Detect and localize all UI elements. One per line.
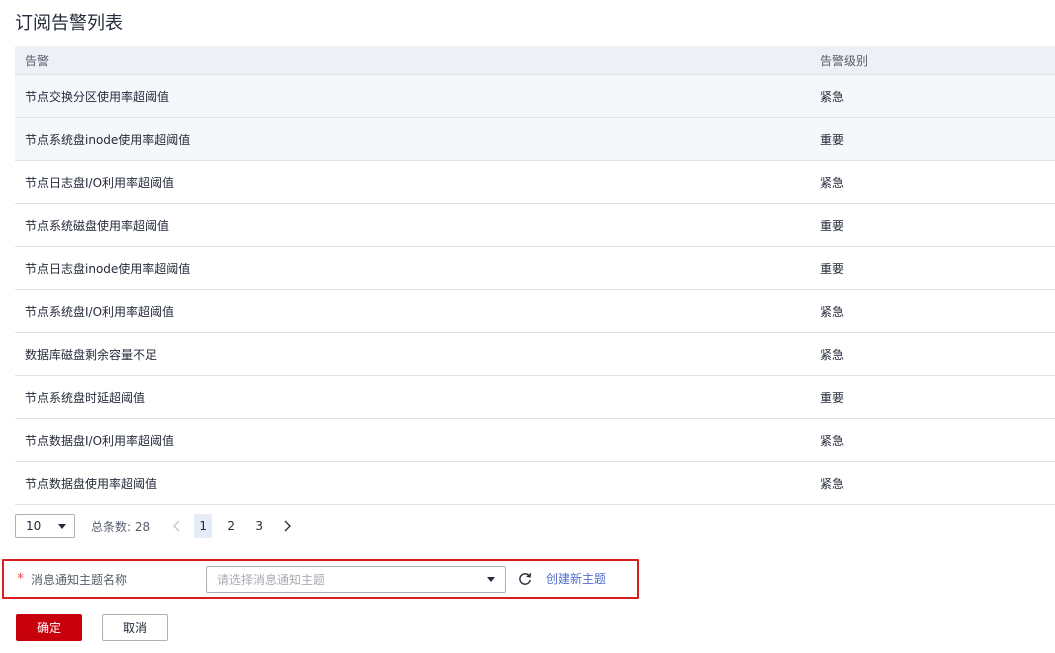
alarm-name-cell: 节点系统盘I/O利用率超阈值 <box>25 304 175 319</box>
table-row: 节点日志盘I/O利用率超阈值 紧急 <box>15 161 1055 204</box>
alarm-level-cell: 紧急 <box>820 476 845 491</box>
cancel-button[interactable]: 取消 <box>102 614 168 641</box>
alarm-level-cell: 重要 <box>820 261 845 276</box>
table-row: 节点系统盘I/O利用率超阈值 紧急 <box>15 290 1055 333</box>
topic-label: 消息通知主题名称 <box>31 573 128 587</box>
alarm-level-cell: 紧急 <box>820 175 845 190</box>
prev-page-icon[interactable] <box>170 520 184 532</box>
pagination: 10 总条数: 28 1 2 3 <box>15 514 294 538</box>
header-alarm-level: 告警级别 <box>820 53 869 68</box>
alarm-name-cell: 节点交换分区使用率超阈值 <box>25 89 170 104</box>
page-title: 订阅告警列表 <box>15 13 123 34</box>
table-row: 节点日志盘inode使用率超阈值 重要 <box>15 247 1055 290</box>
page-size-value: 10 <box>26 519 42 533</box>
topic-select[interactable]: 请选择消息通知主题 <box>206 566 506 593</box>
alarm-name-cell: 节点系统盘inode使用率超阈值 <box>25 132 191 147</box>
topic-placeholder: 请选择消息通知主题 <box>217 573 326 587</box>
table-row: 节点交换分区使用率超阈值 紧急 <box>15 75 1055 118</box>
page-button-3[interactable]: 3 <box>250 514 268 538</box>
alarm-name-cell: 节点数据盘I/O利用率超阈值 <box>25 433 175 448</box>
table-row: 节点系统磁盘使用率超阈值 重要 <box>15 204 1055 247</box>
table-row: 节点系统盘inode使用率超阈值 重要 <box>15 118 1055 161</box>
table-row: 节点数据盘使用率超阈值 紧急 <box>15 462 1055 505</box>
alarm-level-cell: 紧急 <box>820 347 845 362</box>
caret-down-icon <box>487 577 495 582</box>
confirm-button[interactable]: 确定 <box>16 614 82 641</box>
create-topic-link[interactable]: 创建新主题 <box>546 570 606 587</box>
alarm-level-cell: 重要 <box>820 390 845 405</box>
alarm-name-cell: 数据库磁盘剩余容量不足 <box>25 347 158 362</box>
table-body: 节点交换分区使用率超阈值 紧急 节点系统盘inode使用率超阈值 重要 节点日志盘I/O… <box>15 75 1055 505</box>
alarm-name-cell: 节点数据盘使用率超阈值 <box>25 476 158 491</box>
alarm-level-cell: 紧急 <box>820 433 845 448</box>
table-row: 节点数据盘I/O利用率超阈值 紧急 <box>15 419 1055 462</box>
alarm-level-cell: 紧急 <box>820 89 845 104</box>
alarm-level-cell: 重要 <box>820 132 845 147</box>
table-header: 告警 告警级别 <box>15 46 1055 75</box>
alarm-name-cell: 节点日志盘I/O利用率超阈值 <box>25 175 175 190</box>
header-alarm: 告警 <box>25 53 50 68</box>
alarm-name-cell: 节点系统磁盘使用率超阈值 <box>25 218 170 233</box>
table-row: 节点系统盘时延超阈值 重要 <box>15 376 1055 419</box>
table-row: 数据库磁盘剩余容量不足 紧急 <box>15 333 1055 376</box>
subscription-alarm-page: 订阅告警列表 告警 告警级别 节点交换分区使用率超阈值 紧急 节点系统盘inode使… <box>0 0 1055 653</box>
page-button-1[interactable]: 1 <box>194 514 213 538</box>
required-mark: * <box>17 571 24 587</box>
alarm-table: 告警 告警级别 节点交换分区使用率超阈值 紧急 节点系统盘inode使用率超阈值 重要… <box>15 46 1055 505</box>
alarm-name-cell: 节点系统盘时延超阈值 <box>25 390 146 405</box>
alarm-name-cell: 节点日志盘inode使用率超阈值 <box>25 261 191 276</box>
refresh-icon[interactable] <box>518 571 532 590</box>
caret-down-icon <box>58 523 66 529</box>
page-button-2[interactable]: 2 <box>222 514 240 538</box>
alarm-level-cell: 重要 <box>820 218 845 233</box>
total-count: 总条数: 28 <box>91 519 151 534</box>
page-size-select[interactable]: 10 <box>15 514 75 538</box>
alarm-level-cell: 紧急 <box>820 304 845 319</box>
next-page-icon[interactable] <box>280 520 294 532</box>
